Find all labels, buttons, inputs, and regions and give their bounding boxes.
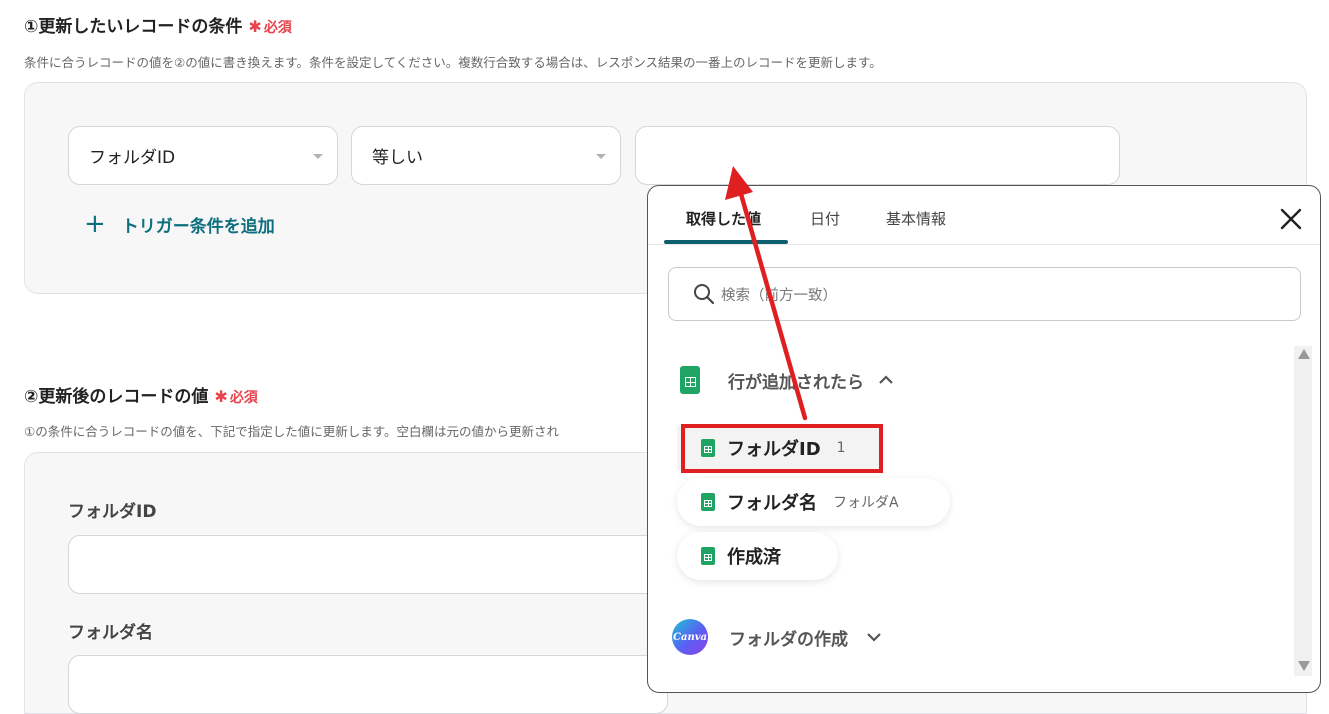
annotation-arrow-icon <box>725 166 808 421</box>
